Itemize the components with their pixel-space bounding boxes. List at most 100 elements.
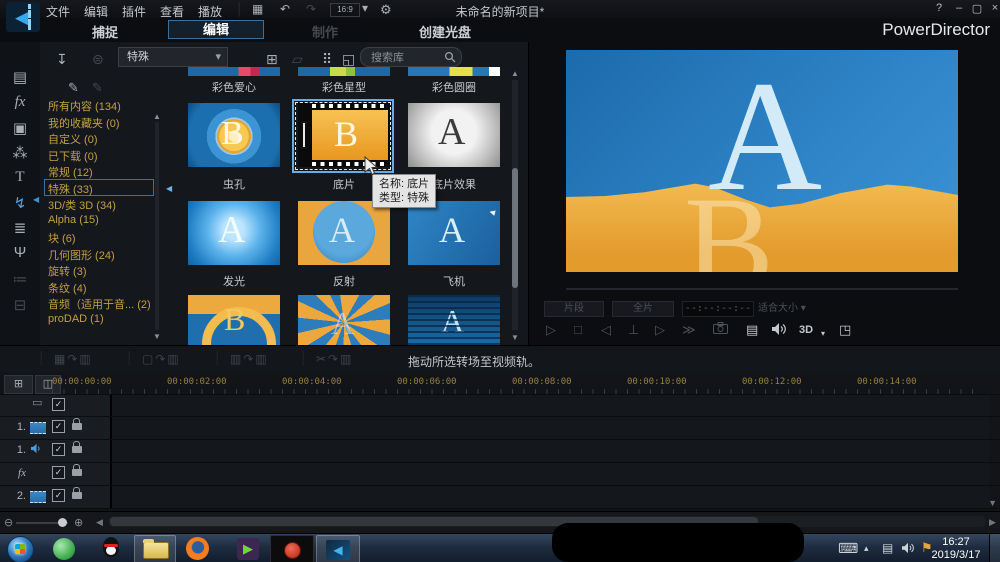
undo-icon[interactable]: ↶ <box>280 2 290 16</box>
audio-track-1-lock-icon[interactable] <box>72 446 82 453</box>
aspect-ratio-button[interactable]: 16:9 <box>330 3 360 17</box>
transition-thumb-ring[interactable]: B <box>188 295 280 345</box>
category-scroll-down-icon[interactable]: ▼ <box>153 332 161 341</box>
restore-button[interactable]: ▢ <box>970 2 984 15</box>
category-special[interactable]: 特殊 (33) <box>48 181 152 197</box>
action-center-icon[interactable]: ▤ <box>882 541 893 555</box>
volume-icon[interactable] <box>901 542 915 554</box>
transition-thumb-color-circle[interactable] <box>408 67 500 76</box>
show-desktop-button[interactable] <box>989 534 1000 562</box>
3d-mode-button[interactable]: 3D <box>799 322 813 338</box>
fx-track-lock-icon[interactable] <box>72 469 82 476</box>
fast-forward-button[interactable]: ≫ <box>682 322 696 338</box>
tab-capture[interactable]: 捕捉 <box>70 22 140 41</box>
timeline-zoom-knob[interactable] <box>58 518 67 527</box>
catalog-icon[interactable]: ⊜ <box>92 51 104 68</box>
pip-room-icon[interactable]: ▣ <box>0 119 40 137</box>
video-track-1-checkbox[interactable]: ✓ <box>52 420 65 433</box>
video-track-2-checkbox[interactable]: ✓ <box>52 489 65 502</box>
firefox-icon[interactable] <box>186 537 209 560</box>
tab-create-disc[interactable]: 创建光盘 <box>405 22 485 41</box>
search-input[interactable] <box>369 49 445 66</box>
category-block[interactable]: 块 (6) <box>48 230 152 246</box>
taskbar-clock[interactable]: 16:27 2019/3/17 <box>926 536 986 562</box>
category-3d[interactable]: 3D/类 3D (34) <box>48 197 152 213</box>
chapter-room-icon[interactable]: ≔ <box>0 270 40 288</box>
category-scrollbar[interactable] <box>155 122 159 330</box>
category-favorites[interactable]: 我的收藏夹 (0) <box>48 115 152 131</box>
powerdirector-taskbar-button[interactable]: ◀ <box>316 535 360 562</box>
ime-keyboard-icon[interactable]: ⌨ <box>838 540 858 557</box>
copy-icon[interactable]: ▱ <box>292 51 303 68</box>
transition-thumb-color-star[interactable] <box>298 67 390 76</box>
transition-thumb-ripple[interactable]: A <box>408 295 500 345</box>
transition-thumb-airplane[interactable]: A ◄ <box>408 201 500 265</box>
title-room-icon[interactable]: T <box>0 169 40 186</box>
category-downloaded[interactable]: 已下载 (0) <box>48 148 152 164</box>
transition-thumb-negative-effect[interactable]: A <box>408 103 500 167</box>
media-room-icon[interactable]: ▤ <box>0 68 40 86</box>
category-prodad[interactable]: proDAD (1) <box>48 313 152 325</box>
stop-button[interactable]: □ <box>574 322 582 338</box>
preview-quality-button[interactable]: ▤ <box>746 322 758 338</box>
grid-scrollbar-thumb[interactable] <box>512 168 518 288</box>
clip-mode-button[interactable]: 片段 <box>544 301 604 317</box>
video-track-1-lock-icon[interactable] <box>72 423 82 430</box>
screen-recorder-button[interactable] <box>270 535 314 562</box>
category-scroll-up-icon[interactable]: ▲ <box>153 112 161 121</box>
pen-disabled-icon[interactable]: ✎ <box>92 80 103 96</box>
particle-room-icon[interactable]: ⁂ <box>0 144 40 162</box>
grid-view-icon[interactable]: ⠿ <box>322 51 332 68</box>
category-alpha[interactable]: Alpha (15) <box>48 214 152 226</box>
save-icon[interactable]: ▦ <box>252 2 263 16</box>
collapse-panel-icon[interactable]: ◀ <box>166 184 172 193</box>
fit-size-dropdown[interactable]: 适合大小 ▾ <box>758 301 806 317</box>
scroll-left-icon[interactable]: ◀ <box>96 517 103 528</box>
media-player-icon[interactable]: ▶ <box>237 538 259 560</box>
tab-produce[interactable]: 制作 <box>295 22 355 41</box>
timeline-track-area[interactable] <box>112 394 990 508</box>
speaker-icon[interactable] <box>771 322 787 336</box>
category-geometric[interactable]: 几何图形 (24) <box>48 247 152 263</box>
previous-frame-button[interactable]: ◁ <box>601 322 611 338</box>
close-button[interactable]: × <box>988 2 1000 14</box>
grid-scrollbar[interactable] <box>512 80 518 330</box>
apply-transition-button-2[interactable]: ▢↷▥ <box>142 352 181 366</box>
transition-thumb-wormhole[interactable]: B <box>188 103 280 167</box>
next-frame-button[interactable]: ▷ <box>655 322 665 338</box>
start-button[interactable] <box>7 536 34 562</box>
scroll-right-icon[interactable]: ▶ <box>989 517 996 528</box>
gear-icon[interactable]: ⚙ <box>380 2 392 18</box>
minimize-button[interactable]: – <box>952 2 966 14</box>
play-button[interactable]: ▷ <box>546 322 556 338</box>
track-manager-button[interactable]: ⊞ <box>4 375 33 394</box>
subtitle-room-icon[interactable]: ⊟ <box>0 296 40 314</box>
mixing-room-icon[interactable]: ≣ <box>0 219 40 237</box>
category-rotate[interactable]: 旋转 (3) <box>48 263 152 279</box>
transition-thumb-glow[interactable]: A <box>188 201 280 265</box>
apply-transition-button-3[interactable]: ▥↷▥ <box>230 352 269 366</box>
zoom-in-icon[interactable]: ⊕ <box>74 516 83 529</box>
snapshot-camera-icon[interactable] <box>713 322 728 334</box>
search-icon[interactable] <box>444 51 456 63</box>
timecode-display[interactable]: --:--:--:-- <box>682 301 754 317</box>
new-folder-icon[interactable]: ⊞ <box>266 51 278 68</box>
timeline-h-scrollbar[interactable] <box>108 516 986 527</box>
transition-thumb-rays[interactable]: A <box>298 295 390 345</box>
redo-icon[interactable]: ↷ <box>306 2 316 16</box>
browser-360-icon[interactable] <box>53 538 75 560</box>
import-media-icon[interactable]: ↧ <box>56 51 68 68</box>
category-filter-dropdown[interactable]: 特殊 ▾ <box>118 47 228 67</box>
apply-transition-button-1[interactable]: ▦↷▥ <box>54 352 93 366</box>
zoom-out-icon[interactable]: ⊖ <box>4 516 13 529</box>
transition-thumb-color-heart[interactable] <box>188 67 280 76</box>
category-audio[interactable]: 音频（适用于音... (2) <box>48 296 152 312</box>
file-explorer-button[interactable] <box>134 535 176 562</box>
category-general[interactable]: 常规 (12) <box>48 164 152 180</box>
seek-marker-button[interactable]: ⊥ <box>628 322 639 338</box>
effect-room-icon[interactable]: fx <box>0 94 40 111</box>
transition-thumb-reflection[interactable]: A <box>298 201 390 265</box>
library-search-box[interactable] <box>360 47 462 67</box>
tab-edit[interactable]: 编辑 <box>168 20 264 39</box>
grid-scroll-up-icon[interactable]: ▲ <box>511 69 519 78</box>
